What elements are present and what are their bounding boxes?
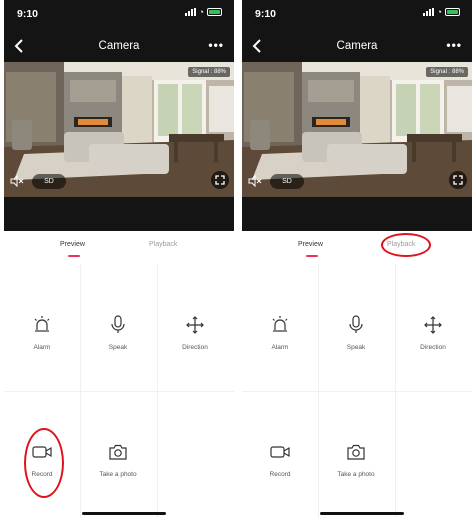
- more-options-button[interactable]: •••: [208, 38, 224, 52]
- page-title: Camera: [336, 40, 378, 52]
- action-label: Take a photo: [337, 471, 375, 478]
- nav-bar: Camera •••: [242, 30, 472, 62]
- action-alarm[interactable]: Alarm: [4, 264, 80, 391]
- nav-bar: Camera •••: [4, 30, 234, 62]
- action-label: Alarm: [33, 344, 51, 351]
- cell-signal-icon: [422, 8, 434, 16]
- action-grid: Alarm Speak Direction Record Take a photo: [242, 264, 472, 518]
- battery-icon: [445, 8, 460, 16]
- microphone-icon: [107, 314, 129, 336]
- tab-preview[interactable]: Preview: [60, 241, 85, 248]
- action-label: Record: [269, 471, 291, 478]
- cell-signal-icon: [184, 8, 196, 16]
- status-icons: ◔: [184, 7, 222, 17]
- phone-screen-preview: 9:10 ◔ Camera ••• Signal: 88% SD Previe…: [4, 0, 234, 518]
- wifi-icon: ◔: [198, 7, 204, 17]
- view-tabs: Preview Playback: [4, 231, 234, 261]
- direction-icon: [184, 314, 206, 336]
- action-label: Speak: [346, 344, 366, 351]
- status-icons: ◔: [422, 7, 460, 17]
- camera-icon: [345, 441, 367, 463]
- quality-toggle-button[interactable]: SD: [270, 174, 304, 189]
- fullscreen-icon: [215, 175, 225, 185]
- home-indicator: [82, 512, 166, 515]
- status-bar: 9:10 ◔: [4, 0, 234, 30]
- action-label: Direction: [420, 344, 446, 351]
- action-take-a-photo[interactable]: Take a photo: [318, 391, 394, 518]
- home-indicator: [320, 512, 404, 515]
- action-label: Direction: [182, 344, 208, 351]
- active-tab-indicator: [68, 255, 80, 257]
- action-speak[interactable]: Speak: [80, 264, 156, 391]
- phone-screen-playback-hint: 9:10 ◔ Camera ••• Signal: 88% SD Previe…: [242, 0, 472, 518]
- microphone-icon: [345, 314, 367, 336]
- action-direction[interactable]: Direction: [157, 264, 233, 391]
- status-time: 9:10: [255, 8, 277, 20]
- annotation-circle-record: [24, 428, 64, 498]
- speaker-mute-icon[interactable]: [10, 174, 24, 188]
- camera-icon: [107, 441, 129, 463]
- live-video-view[interactable]: Signal : 88% SD: [4, 62, 234, 197]
- fullscreen-button[interactable]: [449, 171, 467, 189]
- active-tab-indicator: [306, 255, 318, 257]
- battery-icon: [207, 8, 222, 16]
- action-direction[interactable]: Direction: [395, 264, 471, 391]
- alarm-icon: [269, 314, 291, 336]
- action-label: Take a photo: [99, 471, 137, 478]
- action-alarm[interactable]: Alarm: [242, 264, 318, 391]
- action-record[interactable]: Record: [242, 391, 318, 518]
- tab-playback[interactable]: Playback: [149, 241, 177, 248]
- action-label: Speak: [108, 344, 128, 351]
- fullscreen-icon: [453, 175, 463, 185]
- speaker-mute-icon[interactable]: [248, 174, 262, 188]
- view-tabs: Preview Playback: [242, 231, 472, 261]
- record-icon: [269, 441, 291, 463]
- wifi-icon: ◔: [436, 7, 442, 17]
- action-speak[interactable]: Speak: [318, 264, 394, 391]
- more-options-button[interactable]: •••: [446, 38, 462, 52]
- page-title: Camera: [98, 40, 140, 52]
- action-label: Alarm: [271, 344, 289, 351]
- quality-toggle-button[interactable]: SD: [32, 174, 66, 189]
- status-time: 9:10: [17, 8, 39, 20]
- alarm-icon: [31, 314, 53, 336]
- direction-icon: [422, 314, 444, 336]
- action-take-a-photo[interactable]: Take a photo: [80, 391, 156, 518]
- fullscreen-button[interactable]: [211, 171, 229, 189]
- tab-preview[interactable]: Preview: [298, 241, 323, 248]
- annotation-circle-playback: [381, 233, 431, 257]
- live-video-view[interactable]: Signal : 88% SD: [242, 62, 472, 197]
- signal-strength-badge: Signal : 88%: [426, 67, 468, 77]
- status-bar: 9:10 ◔: [242, 0, 472, 30]
- signal-strength-badge: Signal : 88%: [188, 67, 230, 77]
